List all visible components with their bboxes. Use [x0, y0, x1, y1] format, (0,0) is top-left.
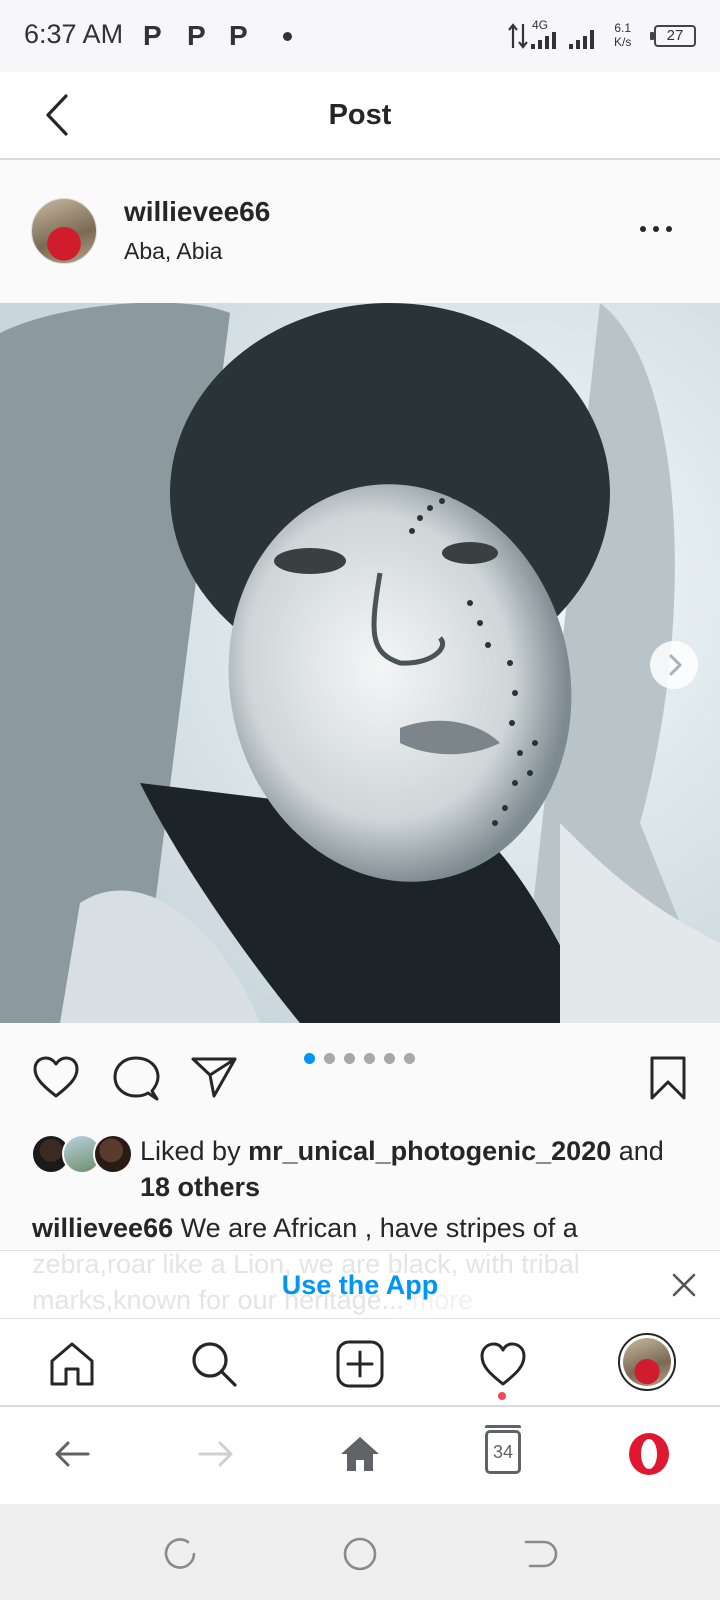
avatar[interactable]	[31, 198, 97, 264]
home-icon[interactable]	[47, 1339, 97, 1389]
post-location[interactable]: Aba, Abia	[124, 238, 222, 265]
net-speed-value: 6.1	[614, 21, 632, 35]
status-time: 6:37 AM	[24, 19, 124, 49]
use-app-banner: Use the App	[0, 1250, 720, 1319]
page-title: Post	[328, 99, 392, 131]
use-the-app-link[interactable]: Use the App	[0, 1270, 720, 1301]
post-username[interactable]: willievee66	[124, 196, 270, 228]
liked-by-user[interactable]: mr_unical_photogenic_2020	[248, 1136, 611, 1166]
chevron-right-icon	[669, 654, 683, 676]
carousel-dot	[364, 1053, 375, 1064]
browser-back-arrow-icon[interactable]	[48, 1429, 98, 1479]
more-options-button[interactable]	[636, 214, 684, 244]
net-speed: 6.1 K/s	[614, 21, 631, 49]
system-back-icon[interactable]	[520, 1534, 560, 1574]
data-transfer-icon	[508, 23, 528, 49]
carousel-dot	[304, 1053, 315, 1064]
liked-by-text[interactable]: Liked by mr_unical_photogenic_2020 and	[140, 1136, 664, 1167]
comment-icon[interactable]	[112, 1055, 160, 1103]
opera-menu-icon[interactable]	[624, 1429, 674, 1479]
carousel-dot	[324, 1053, 335, 1064]
post-photo[interactable]	[0, 303, 720, 1023]
browser-forward-arrow-icon[interactable]	[190, 1429, 240, 1479]
likes-others-count[interactable]: 18 others	[140, 1172, 260, 1203]
notification-dot-icon	[498, 1392, 506, 1400]
like-heart-icon[interactable]	[32, 1055, 80, 1099]
tab-count: 34	[492, 1442, 514, 1462]
system-home-icon[interactable]	[340, 1534, 380, 1574]
search-icon[interactable]	[189, 1339, 239, 1389]
battery-level: 27	[666, 27, 684, 44]
profile-avatar-button[interactable]	[618, 1333, 676, 1391]
post-actions	[0, 1023, 720, 1133]
likes-summary: Liked by mr_unical_photogenic_2020 and 1…	[0, 1133, 720, 1203]
liked-by-and: and	[618, 1136, 664, 1166]
notification-p-icon: P	[187, 20, 206, 51]
net-speed-unit: K/s	[614, 35, 632, 49]
browser-toolbar: 34	[0, 1407, 720, 1504]
tabs-button[interactable]: 34	[485, 1425, 521, 1474]
liked-by-prefix: Liked by	[140, 1136, 241, 1166]
carousel-dot	[384, 1053, 395, 1064]
post-header: willievee66 Aba, Abia	[0, 160, 720, 303]
notification-p-icon: P	[143, 20, 162, 51]
recent-apps-icon[interactable]	[160, 1534, 200, 1574]
system-navigation	[0, 1504, 720, 1600]
share-send-icon[interactable]	[190, 1055, 238, 1099]
profile-avatar	[623, 1338, 671, 1386]
carousel-next-button[interactable]	[650, 641, 698, 689]
new-post-icon[interactable]	[335, 1339, 385, 1389]
portrait-photo-image	[0, 303, 720, 1023]
battery-icon: 27	[650, 25, 696, 47]
top-header: Post	[0, 72, 720, 160]
caption-username[interactable]: willievee66	[32, 1213, 173, 1243]
activity-heart-icon[interactable]	[478, 1339, 528, 1389]
bottom-nav	[0, 1319, 720, 1407]
notification-dot-icon	[283, 32, 292, 41]
status-bar: 6:37 AM P P P 4G 6.1 K/s 27	[0, 0, 720, 72]
bookmark-icon[interactable]	[648, 1055, 688, 1101]
liker-avatar	[93, 1134, 133, 1174]
notification-p-icon: P	[229, 20, 248, 51]
close-icon[interactable]	[670, 1271, 698, 1299]
carousel-dot	[404, 1053, 415, 1064]
carousel-dot	[344, 1053, 355, 1064]
signal-icon	[531, 30, 594, 49]
browser-home-icon[interactable]	[335, 1429, 385, 1479]
